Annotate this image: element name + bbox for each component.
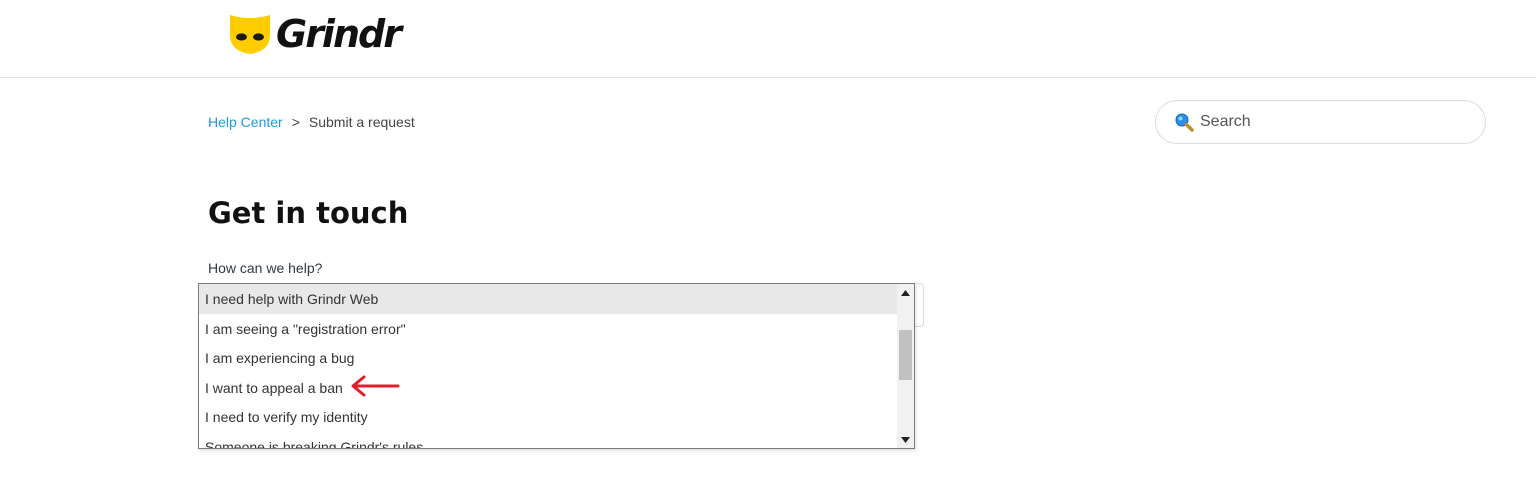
dropdown-option-appeal-ban[interactable]: I want to appeal a ban — [199, 373, 897, 403]
breadcrumb-separator: > — [291, 114, 300, 130]
search-icon — [1175, 113, 1194, 132]
help-topic-dropdown-list[interactable]: I need help with Grindr Web I am seeing … — [198, 283, 915, 449]
triangle-up-icon — [901, 289, 910, 296]
how-can-we-help-label: How can we help? — [208, 260, 323, 276]
breadcrumb-help-center-link[interactable]: Help Center — [208, 114, 283, 130]
search-box[interactable] — [1155, 100, 1486, 144]
dropdown-option-bug[interactable]: I am experiencing a bug — [199, 343, 897, 373]
site-header: Grindr — [0, 0, 1536, 78]
breadcrumb-current-page: Submit a request — [308, 114, 415, 130]
red-arrow-annotation-icon — [351, 375, 400, 397]
triangle-down-icon — [901, 436, 910, 443]
dropdown-option-rule-breaking[interactable]: Someone is breaking Grindr's rules — [199, 432, 897, 448]
page-title: Get in touch — [208, 196, 409, 230]
search-input[interactable] — [1200, 109, 1470, 135]
scrollbar-thumb[interactable] — [899, 330, 912, 380]
scroll-up-button[interactable] — [897, 284, 914, 301]
dropdown-scrollbar[interactable] — [897, 284, 914, 448]
grindr-mask-icon — [230, 15, 270, 54]
dropdown-option-registration-error[interactable]: I am seeing a "registration error" — [199, 314, 897, 344]
grindr-logo[interactable]: Grindr — [228, 12, 402, 56]
scroll-down-button[interactable] — [897, 431, 914, 448]
grindr-logo-text: Grindr — [276, 12, 402, 56]
dropdown-option-verify-identity[interactable]: I need to verify my identity — [199, 402, 897, 432]
breadcrumb: Help Center > Submit a request — [208, 114, 415, 130]
dropdown-option-grindr-web[interactable]: I need help with Grindr Web — [199, 284, 897, 314]
